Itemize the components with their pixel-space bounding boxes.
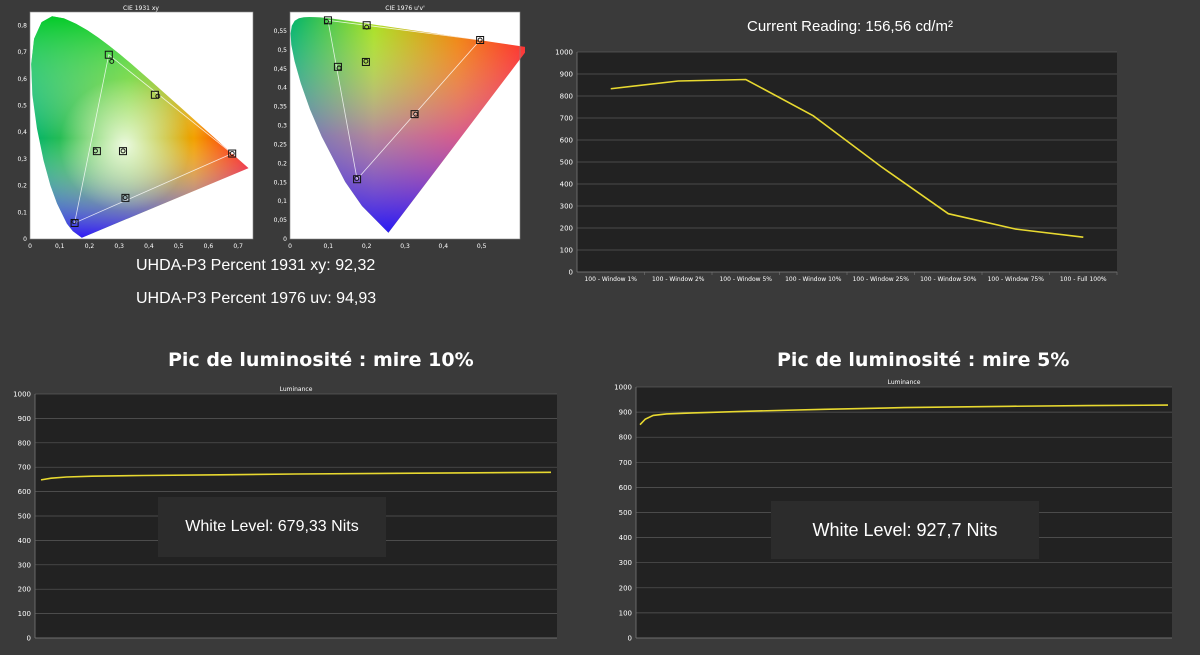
x-tick-label: 0,3 — [400, 243, 410, 250]
cie1976-chart: 0 0,1 0,2 0,3 0,4 0,5 0 0,05 0,1 0,15 0,2 0,25 0,3 0,… — [274, 5, 529, 250]
chart-title: CIE 1931 xy — [123, 5, 159, 12]
y-tick-label: 900 — [619, 409, 632, 417]
chart-title: Luminance — [280, 386, 313, 393]
y-tick-label: 100 — [18, 610, 31, 618]
x-tick-label: 0,2 — [85, 243, 95, 250]
y-tick-label: 400 — [619, 534, 632, 542]
y-tick-label: 0,4 — [17, 129, 27, 136]
chart-title: Luminance — [888, 379, 921, 386]
x-tick-label: 0,4 — [439, 243, 449, 250]
x-tick-label: 100 - Window 50% — [920, 276, 977, 283]
x-tick-label: 0,6 — [204, 243, 214, 250]
x-tick-label: 100 - Window 5% — [719, 276, 772, 283]
y-tick-label: 200 — [619, 584, 632, 592]
y-tick-label: 0,1 — [17, 209, 27, 216]
x-tick-label: 100 - Window 10% — [785, 276, 842, 283]
y-tick-label: 0,7 — [17, 49, 27, 56]
cie1931-chart: 0 0,1 0,2 0,3 0,4 0,5 0,6 0,7 0 0,1 0,2 0,3 0,4 0,5 0,… — [17, 5, 254, 250]
uhda-p3-1931-caption: UHDA-P3 Percent 1931 xy: 92,32 — [136, 257, 376, 274]
x-tick-label: 0,2 — [362, 243, 372, 250]
x-tick-label: 0,4 — [144, 243, 154, 250]
y-tick-label: 600 — [560, 137, 573, 145]
current-reading-title: Current Reading: 156,56 cd/m² — [747, 18, 953, 35]
x-tick-label: 0,1 — [324, 243, 334, 250]
y-tick-label: 200 — [560, 225, 573, 233]
y-tick-label: 500 — [560, 159, 573, 167]
y-tick-label: 300 — [18, 561, 31, 569]
y-tick-label: 600 — [18, 488, 31, 496]
y-tick-label: 300 — [560, 203, 573, 211]
y-tick-label: 600 — [619, 484, 632, 492]
window-chart-panel: 0 100 200 300 400 500 600 700 800 900 1000 100 - Wi… — [545, 45, 1125, 285]
y-tick-label: 0,15 — [274, 179, 288, 186]
x-tick-label: 0 — [288, 243, 292, 250]
chart-title: CIE 1976 u'v' — [385, 5, 425, 12]
y-tick-label: 0,35 — [274, 104, 288, 111]
y-tick-label: 0 — [283, 236, 287, 243]
x-tick-label: 0 — [28, 243, 32, 250]
y-tick-label: 0,2 — [17, 183, 27, 190]
x-tick-label: 0,1 — [55, 243, 65, 250]
window-chart: 0 100 200 300 400 500 600 700 800 900 1000 100 - Wi… — [555, 49, 1118, 283]
y-tick-label: 0,5 — [277, 47, 287, 54]
y-tick-label: 1000 — [555, 49, 573, 57]
y-tick-label: 0,5 — [17, 102, 27, 109]
x-tick-label: 100 - Window 1% — [584, 276, 637, 283]
x-tick-label: 0,7 — [233, 243, 243, 250]
y-tick-label: 100 — [560, 247, 573, 255]
peak10-white-level: White Level: 679,33 Nits — [158, 497, 386, 557]
y-tick-label: 0,25 — [274, 141, 288, 148]
y-tick-label: 0,05 — [274, 217, 288, 224]
x-tick-label: 0,3 — [114, 243, 124, 250]
y-tick-label: 0,6 — [17, 76, 27, 83]
y-tick-label: 500 — [619, 509, 632, 517]
y-tick-label: 800 — [619, 434, 632, 442]
y-tick-label: 700 — [619, 459, 632, 467]
y-tick-label: 0,4 — [277, 85, 287, 92]
y-tick-label: 0 — [23, 236, 27, 243]
peak10-heading: Pic de luminosité : mire 10% — [168, 349, 474, 371]
y-tick-label: 400 — [560, 181, 573, 189]
y-tick-label: 700 — [18, 464, 31, 472]
y-tick-label: 900 — [18, 415, 31, 423]
y-tick-label: 1000 — [13, 391, 31, 399]
y-tick-label: 100 — [619, 609, 632, 617]
x-tick-label: 100 - Window 75% — [988, 276, 1045, 283]
y-tick-label: 0 — [27, 635, 31, 643]
y-tick-label: 0,45 — [274, 66, 288, 73]
cie1931-panel: 0 0,1 0,2 0,3 0,4 0,5 0,6 0,7 0 0,1 0,2 0,3 0,4 0,5 0,… — [10, 2, 260, 257]
y-tick-label: 800 — [560, 93, 573, 101]
x-tick-label: 100 - Window 2% — [652, 276, 705, 283]
y-tick-label: 0 — [569, 269, 573, 277]
y-tick-label: 400 — [18, 537, 31, 545]
peak5-heading: Pic de luminosité : mire 5% — [777, 349, 1070, 371]
cie1976-panel: 0 0,1 0,2 0,3 0,4 0,5 0 0,05 0,1 0,15 0,2 0,25 0,3 0,… — [270, 2, 529, 257]
uhda-p3-1976-caption: UHDA-P3 Percent 1976 uv: 94,93 — [136, 290, 377, 307]
y-tick-label: 800 — [18, 439, 31, 447]
x-tick-label: 100 - Window 25% — [853, 276, 910, 283]
peak5-white-level: White Level: 927,7 Nits — [771, 501, 1039, 559]
x-tick-label: 100 - Full 100% — [1060, 276, 1107, 283]
y-tick-label: 200 — [18, 586, 31, 594]
x-tick-label: 0,5 — [174, 243, 184, 250]
y-tick-label: 1000 — [614, 384, 632, 392]
y-tick-label: 0,1 — [277, 198, 287, 205]
y-tick-label: 300 — [619, 559, 632, 567]
y-tick-label: 700 — [560, 115, 573, 123]
y-tick-label: 0,8 — [17, 22, 27, 29]
y-tick-label: 0 — [628, 635, 632, 643]
x-tick-label: 0,5 — [477, 243, 487, 250]
y-tick-label: 0,55 — [274, 28, 288, 35]
y-tick-label: 0,3 — [277, 123, 287, 130]
y-tick-label: 900 — [560, 71, 573, 79]
y-tick-label: 0,2 — [277, 160, 287, 167]
y-tick-label: 0,3 — [17, 156, 27, 163]
y-tick-label: 500 — [18, 513, 31, 521]
